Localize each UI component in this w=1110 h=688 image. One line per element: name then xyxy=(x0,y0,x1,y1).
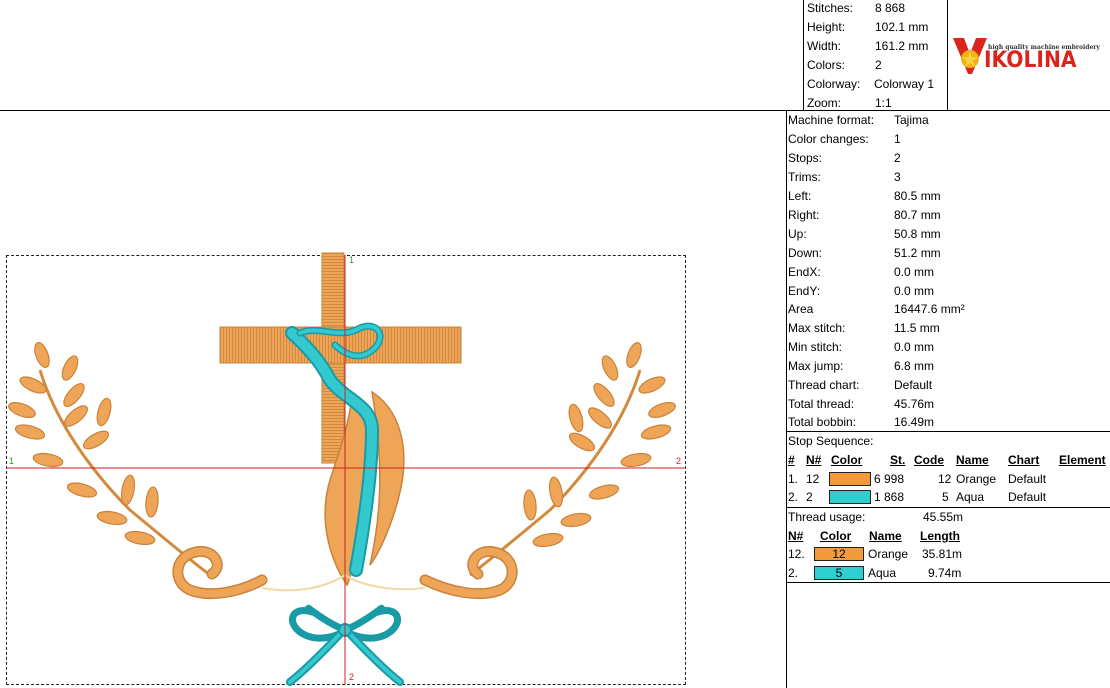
start-marker-left: 1 xyxy=(9,456,15,466)
info-divider xyxy=(786,431,1110,432)
zoom-label: Zoom: xyxy=(807,96,842,110)
colors-value: 2 xyxy=(875,58,882,72)
summary-right-border xyxy=(947,0,948,111)
embroidery-design xyxy=(6,252,686,686)
vikolina-logo: high quality machine embroidery IKOLINA xyxy=(950,30,1110,78)
usage-header-name: Name xyxy=(869,529,902,543)
thread-usage-total: 45.55m xyxy=(923,510,964,524)
stitches-label: Stitches: xyxy=(807,1,854,15)
col-header-n: N# xyxy=(806,453,822,467)
colorway-label: Colorway: xyxy=(807,77,861,91)
usage-header-color: Color xyxy=(820,529,852,543)
usage-header-length: Length xyxy=(920,529,960,543)
col-header-code: Code xyxy=(914,453,944,467)
col-header-element: Element xyxy=(1059,453,1106,467)
start-marker-top: 1 xyxy=(349,255,355,265)
summary-left-border xyxy=(803,0,804,111)
col-header-name: Name xyxy=(956,453,989,467)
height-value: 102.1 mm xyxy=(875,20,929,34)
left-laurel-branch xyxy=(8,342,268,600)
zoom-value: 1:1 xyxy=(875,96,892,110)
end-marker-bottom: 2 xyxy=(349,672,355,682)
stop-sequence-title: Stop Sequence: xyxy=(788,434,874,448)
usage-divider xyxy=(786,582,1110,583)
col-header-color: Color xyxy=(831,453,863,467)
thread-usage-title: Thread usage: xyxy=(788,510,866,524)
width-label: Width: xyxy=(807,39,842,53)
colorway-value: Colorway 1 xyxy=(874,77,935,91)
usage-swatch-aqua: 5 xyxy=(814,566,864,580)
stitches-value: 8 868 xyxy=(875,1,906,15)
width-value: 161.2 mm xyxy=(875,39,929,53)
cross xyxy=(219,252,462,464)
right-laurel-branch xyxy=(419,342,676,600)
color-swatch-aqua xyxy=(829,490,871,504)
col-header-chart: Chart xyxy=(1008,453,1040,467)
usage-swatch-orange: 12 xyxy=(814,547,864,561)
colors-label: Colors: xyxy=(807,58,846,72)
color-swatch-orange xyxy=(829,472,871,486)
end-marker-right: 2 xyxy=(676,456,682,466)
logo-wordmark: IKOLINA xyxy=(984,48,1077,73)
stop-divider xyxy=(786,507,1110,508)
height-label: Height: xyxy=(807,20,846,34)
col-header-st: St. xyxy=(890,453,906,467)
usage-header-n: N# xyxy=(788,529,804,543)
